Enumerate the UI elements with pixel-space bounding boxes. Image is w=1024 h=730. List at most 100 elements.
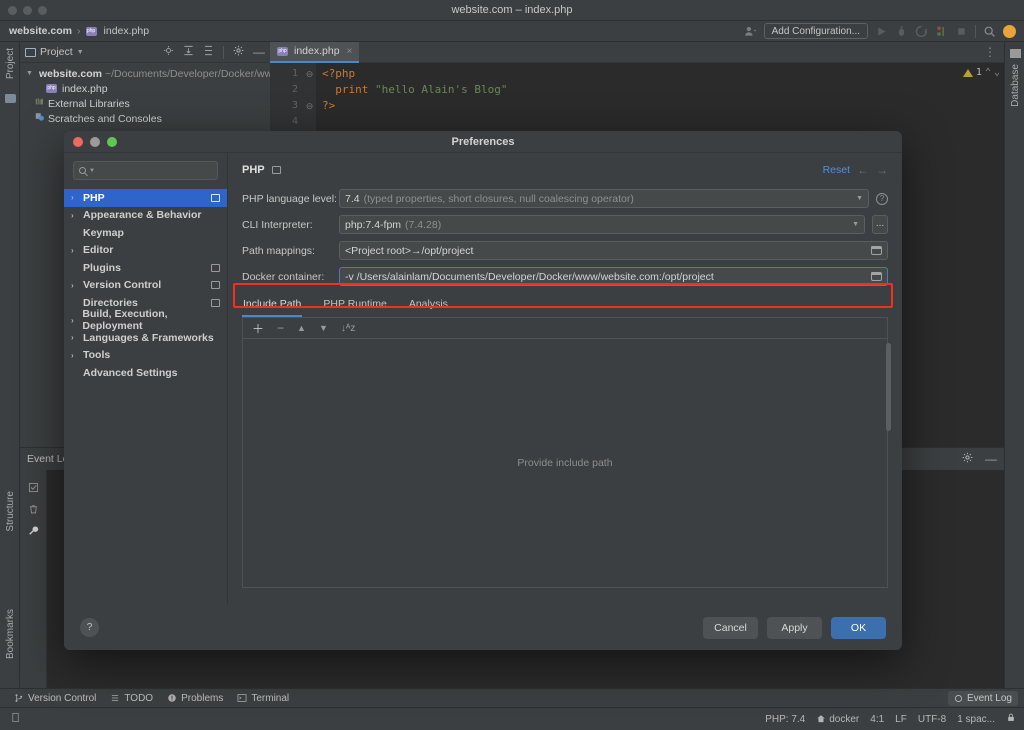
help-button[interactable]: ?: [80, 618, 99, 637]
prev-problem-icon[interactable]: ⌃: [985, 65, 991, 81]
cli-interpreter-browse-button[interactable]: ...: [872, 215, 888, 234]
docker-container-input[interactable]: -v /Users/alainlam/Documents/Developer/D…: [339, 267, 888, 286]
tool-window-project[interactable]: Project: [5, 48, 16, 79]
run-icon[interactable]: [875, 25, 888, 38]
chevron-expanded-icon[interactable]: ▼: [26, 70, 33, 77]
chevron-right-icon[interactable]: ›: [71, 211, 79, 220]
tab-include-path[interactable]: Include Path: [242, 295, 303, 317]
sidebar-item-plugins[interactable]: Plugins: [64, 259, 227, 277]
project-panel-title[interactable]: Project: [40, 46, 73, 58]
editor-options-icon[interactable]: ⋮: [984, 45, 997, 59]
sidebar-item-languages-frameworks[interactable]: › Languages & Frameworks: [64, 329, 227, 347]
cli-interpreter-select[interactable]: php:7.4-fpm (7.4.28) ▼: [339, 215, 865, 234]
settings-wrench-icon[interactable]: [20, 520, 46, 542]
status-caret-position[interactable]: 4:1: [870, 714, 884, 725]
hide-panel-icon[interactable]: —: [253, 46, 265, 58]
settings-gear-icon[interactable]: [233, 45, 244, 59]
back-arrow-icon[interactable]: ←: [857, 163, 869, 177]
breadcrumb-project[interactable]: website.com: [9, 25, 72, 37]
status-encoding[interactable]: UTF-8: [918, 714, 946, 725]
chevron-right-icon[interactable]: ›: [71, 351, 79, 360]
stop-icon[interactable]: [955, 25, 968, 38]
lock-icon[interactable]: [1006, 712, 1016, 726]
ok-button[interactable]: OK: [831, 616, 886, 639]
editor-tab-indexphp[interactable]: index.php ×: [270, 41, 360, 63]
locate-icon[interactable]: [163, 45, 174, 59]
sidebar-item-tools[interactable]: › Tools: [64, 347, 227, 365]
fold-marker[interactable]: ⊖: [303, 66, 316, 82]
tree-row-website[interactable]: ▼ website.com ~/Documents/Developer/Dock…: [20, 66, 272, 81]
status-docker[interactable]: docker: [816, 714, 859, 725]
fold-marker[interactable]: ⊖: [303, 98, 316, 114]
sidebar-item-php[interactable]: › PHP: [64, 189, 227, 207]
content-scrollbar[interactable]: [886, 343, 891, 431]
move-down-icon[interactable]: ▼: [319, 323, 328, 333]
chevron-down-icon[interactable]: ▼: [89, 168, 95, 174]
nav-problems[interactable]: Problems: [167, 693, 223, 704]
settings-gear-icon[interactable]: [962, 452, 973, 466]
inspection-status[interactable]: 1 ⌃ ⌄: [957, 65, 1000, 81]
tool-window-bookmarks[interactable]: Bookmarks: [5, 609, 16, 659]
nav-terminal[interactable]: Terminal: [237, 693, 289, 704]
search-icon[interactable]: [983, 25, 996, 38]
php-language-level-select[interactable]: 7.4 (typed properties, short closures, n…: [339, 189, 869, 208]
chevron-right-icon[interactable]: ›: [71, 246, 79, 255]
event-log-button[interactable]: Event Log: [947, 690, 1018, 706]
tree-row-scratches[interactable]: Scratches and Consoles: [20, 111, 270, 126]
chevron-down-icon[interactable]: ▼: [77, 49, 84, 56]
user-profile-icon[interactable]: [744, 25, 757, 38]
sidebar-item-editor[interactable]: › Editor: [64, 242, 227, 260]
account-avatar[interactable]: [1003, 24, 1016, 38]
mark-read-icon[interactable]: [20, 476, 46, 498]
expand-all-icon[interactable]: [183, 45, 194, 59]
add-configuration-button[interactable]: Add Configuration...: [763, 23, 868, 39]
profiler-icon[interactable]: [935, 25, 948, 38]
debug-icon[interactable]: [895, 25, 908, 38]
sidebar-item-build-execution-deployment[interactable]: › Build, Execution, Deployment: [64, 308, 227, 332]
include-path-list[interactable]: Provide include path: [242, 339, 891, 588]
preferences-search-input[interactable]: ▼: [73, 161, 218, 180]
chevron-right-icon[interactable]: ›: [71, 316, 78, 325]
sort-icon[interactable]: ↓ᴬz: [341, 323, 356, 334]
tree-row-indexphp[interactable]: index.php: [20, 81, 270, 96]
tree-row-external-libraries[interactable]: External Libraries: [20, 96, 270, 111]
path-mappings-input[interactable]: <Project root>→/opt/project: [339, 241, 888, 260]
help-icon[interactable]: ?: [876, 192, 888, 205]
next-problem-icon[interactable]: ⌄: [994, 65, 1000, 81]
close-tab-icon[interactable]: ×: [347, 46, 353, 57]
chevron-down-icon[interactable]: ▼: [856, 195, 863, 202]
cancel-button[interactable]: Cancel: [703, 616, 758, 639]
folder-browse-icon[interactable]: [871, 272, 882, 281]
collapse-all-icon[interactable]: [203, 45, 214, 59]
folder-browse-icon[interactable]: [871, 246, 882, 255]
remove-icon[interactable]: −: [277, 321, 284, 335]
apply-button[interactable]: Apply: [767, 616, 822, 639]
sidebar-item-advanced-settings[interactable]: Advanced Settings: [64, 364, 227, 382]
tab-analysis[interactable]: Analysis: [408, 295, 449, 317]
sidebar-item-appearance-behavior[interactable]: › Appearance & Behavior: [64, 207, 227, 225]
sidebar-item-version-control[interactable]: › Version Control: [64, 277, 227, 295]
status-indentation[interactable]: 1 spac...: [957, 714, 995, 725]
move-up-icon[interactable]: ▲: [297, 323, 306, 333]
breadcrumb-file[interactable]: index.php: [104, 25, 150, 37]
status-php-version[interactable]: PHP: 7.4: [765, 714, 805, 725]
hide-panel-icon[interactable]: —: [985, 453, 997, 465]
tab-php-runtime[interactable]: PHP Runtime: [322, 295, 387, 317]
tool-window-structure[interactable]: Structure: [5, 491, 16, 532]
delete-icon[interactable]: [20, 498, 46, 520]
nav-version-control[interactable]: Version Control: [14, 693, 96, 704]
memory-indicator-icon[interactable]: [10, 712, 21, 726]
run-coverage-icon[interactable]: [915, 25, 928, 38]
reset-link[interactable]: Reset: [823, 164, 850, 176]
chevron-right-icon[interactable]: ›: [71, 333, 79, 342]
sidebar-item-keymap[interactable]: Keymap: [64, 224, 227, 242]
forward-arrow-icon[interactable]: →: [876, 163, 888, 177]
status-line-separator[interactable]: LF: [895, 714, 907, 725]
nav-todo[interactable]: TODO: [110, 693, 153, 704]
chevron-right-icon[interactable]: ›: [71, 281, 79, 290]
tool-window-database[interactable]: Database: [1010, 64, 1021, 107]
chevron-right-icon[interactable]: ›: [71, 193, 79, 202]
breadcrumb: website.com › index.php: [9, 25, 149, 37]
add-icon[interactable]: ＋: [252, 320, 264, 337]
chevron-down-icon[interactable]: ▼: [852, 221, 859, 228]
